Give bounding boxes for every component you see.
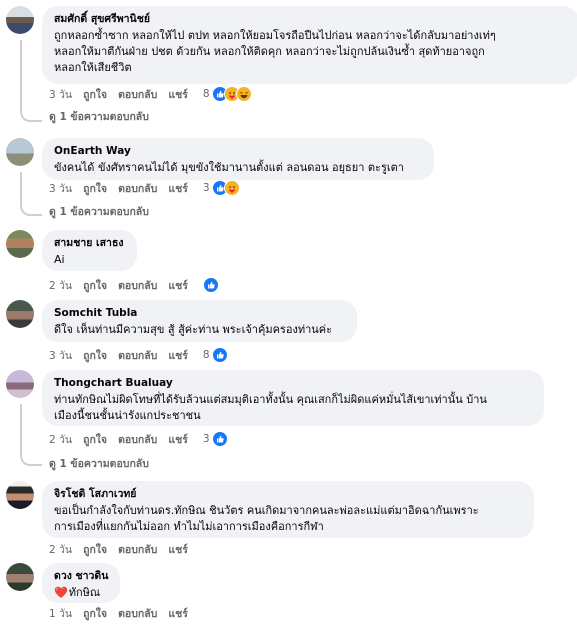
comment-bubble: Thongchart Bualuay ท่านทักษิณไม่ผิดโทษที… bbox=[42, 370, 544, 426]
comment-actions: 2 วัน ถูกใจ ตอบกลับ แชร์ bbox=[49, 277, 219, 293]
like-icon bbox=[202, 277, 219, 293]
like-button[interactable]: ถูกใจ bbox=[83, 541, 107, 558]
like-button[interactable]: ถูกใจ bbox=[83, 180, 107, 197]
reply-button[interactable]: ตอบกลับ bbox=[118, 431, 157, 448]
reaction-count: 8 bbox=[202, 88, 210, 100]
reply-button[interactable]: ตอบกลับ bbox=[118, 277, 157, 294]
view-replies-link[interactable]: ดู 1 ข้อความตอบกลับ bbox=[49, 455, 149, 471]
comment-text: ถูกหลอกซ้ำซาก หลอกให้ไป ตปท หลอกให้ยอมโจ… bbox=[54, 29, 496, 74]
avatar[interactable] bbox=[6, 138, 34, 166]
haha-icon bbox=[235, 86, 252, 102]
comment-actions: 3 วัน ถูกใจ ตอบกลับ แชร์ 8 bbox=[49, 347, 228, 363]
reaction-summary[interactable] bbox=[202, 277, 219, 293]
reply-connector bbox=[20, 106, 42, 122]
view-replies-link[interactable]: ดู 1 ข้อความตอบกลับ bbox=[49, 203, 149, 219]
comment-bubble: OnEarth Way ขังคนได้ ขังศัทราคนไม่ได้ มุ… bbox=[42, 138, 434, 180]
comment-text: ❤️ทักษิณ bbox=[54, 585, 108, 601]
share-button[interactable]: แชร์ bbox=[168, 86, 188, 103]
comment-bubble: ดวง ชาวดิน ❤️ทักษิณ bbox=[42, 563, 120, 603]
comment-bubble: สามชาย เสาธง Ai bbox=[42, 230, 137, 271]
comment-text: ดีใจ เห็นท่านมีความสุข สู้ สู้ค่ะท่าน พร… bbox=[54, 323, 333, 336]
reply-button[interactable]: ตอบกลับ bbox=[118, 605, 157, 622]
avatar[interactable] bbox=[6, 370, 34, 398]
share-button[interactable]: แชร์ bbox=[168, 605, 188, 622]
comment-time[interactable]: 3 วัน bbox=[49, 347, 72, 364]
comment-time[interactable]: 1 วัน bbox=[49, 605, 72, 622]
reply-button[interactable]: ตอบกลับ bbox=[118, 541, 157, 558]
share-button[interactable]: แชร์ bbox=[168, 347, 188, 364]
comment-time[interactable]: 3 วัน bbox=[49, 86, 72, 103]
comment-actions: 3 วัน ถูกใจ ตอบกลับ แชร์ 3 bbox=[49, 180, 240, 196]
comment-author[interactable]: Thongchart Bualuay bbox=[54, 376, 532, 390]
comment-author[interactable]: สามชาย เสาธง bbox=[54, 236, 125, 250]
reply-button[interactable]: ตอบกลับ bbox=[118, 180, 157, 197]
reaction-summary[interactable]: 3 bbox=[203, 431, 228, 447]
share-button[interactable]: แชร์ bbox=[168, 541, 188, 558]
reaction-count: 8 bbox=[202, 349, 210, 361]
comment-actions: 2 วัน ถูกใจ ตอบกลับ แชร์ bbox=[49, 541, 199, 557]
share-button[interactable]: แชร์ bbox=[168, 277, 188, 294]
comment-text: ท่านทักษิณไม่ผิดโทษที่ได้รับล้วนแต่สมมุต… bbox=[54, 393, 487, 422]
comment-text: ขอเป็นกำลังใจกับท่านดร.ทักษิณ ชินวัตร คน… bbox=[54, 504, 479, 533]
comment-actions: 1 วัน ถูกใจ ตอบกลับ แชร์ bbox=[49, 605, 199, 621]
reply-button[interactable]: ตอบกลับ bbox=[118, 347, 157, 364]
thread-line bbox=[20, 404, 22, 456]
avatar[interactable] bbox=[6, 230, 34, 258]
comment-time[interactable]: 2 วัน bbox=[49, 431, 72, 448]
comment-bubble: Somchit Tubla ดีใจ เห็นท่านมีความสุข สู้… bbox=[42, 300, 357, 342]
reaction-summary[interactable]: 3 bbox=[203, 180, 240, 196]
comment-time[interactable]: 2 วัน bbox=[49, 541, 72, 558]
comment-author[interactable]: Somchit Tubla bbox=[54, 306, 345, 320]
like-button[interactable]: ถูกใจ bbox=[83, 347, 107, 364]
view-replies-link[interactable]: ดู 1 ข้อความตอบกลับ bbox=[49, 108, 149, 124]
comment-actions: 3 วัน ถูกใจ ตอบกลับ แชร์ 8 bbox=[49, 86, 252, 102]
heart-emoji: ❤️ bbox=[54, 586, 68, 599]
like-icon bbox=[211, 431, 228, 447]
like-button[interactable]: ถูกใจ bbox=[83, 86, 107, 103]
reaction-count: 3 bbox=[202, 182, 210, 194]
comment-time[interactable]: 2 วัน bbox=[49, 277, 72, 294]
comment-bubble: สมศักดิ์ สุขศรีพานิชย์ ถูกหลอกซ้ำซาก หลอ… bbox=[42, 6, 577, 84]
reply-connector bbox=[20, 200, 42, 216]
avatar[interactable] bbox=[6, 6, 34, 34]
avatar[interactable] bbox=[6, 481, 34, 509]
like-icon bbox=[211, 347, 228, 363]
comment-author[interactable]: จิรโชติ โสภาเวทย์ bbox=[54, 487, 522, 501]
comment-time[interactable]: 3 วัน bbox=[49, 180, 72, 197]
like-button[interactable]: ถูกใจ bbox=[83, 605, 107, 622]
reaction-summary[interactable]: 8 bbox=[203, 347, 228, 363]
comment-author[interactable]: OnEarth Way bbox=[54, 144, 422, 158]
reply-connector bbox=[20, 450, 42, 466]
share-button[interactable]: แชร์ bbox=[168, 180, 188, 197]
share-button[interactable]: แชร์ bbox=[168, 431, 188, 448]
comment-actions: 2 วัน ถูกใจ ตอบกลับ แชร์ 3 bbox=[49, 431, 228, 447]
like-button[interactable]: ถูกใจ bbox=[83, 431, 107, 448]
comment-author[interactable]: สมศักดิ์ สุขศรีพานิชย์ bbox=[54, 12, 567, 26]
comment-author[interactable]: ดวง ชาวดิน bbox=[54, 569, 108, 583]
comment-text: Ai bbox=[54, 253, 65, 266]
reply-button[interactable]: ตอบกลับ bbox=[118, 86, 157, 103]
comment-text: ขังคนได้ ขังศัทราคนไม่ได้ มุขขังใช้มานาน… bbox=[54, 161, 404, 174]
care-icon bbox=[223, 180, 240, 196]
thread-line bbox=[20, 40, 22, 110]
like-button[interactable]: ถูกใจ bbox=[83, 277, 107, 294]
reaction-count: 3 bbox=[202, 433, 210, 445]
avatar[interactable] bbox=[6, 563, 34, 591]
comment-bubble: จิรโชติ โสภาเวทย์ ขอเป็นกำลังใจกับท่านดร… bbox=[42, 481, 534, 538]
reaction-summary[interactable]: 8 bbox=[203, 86, 252, 102]
avatar[interactable] bbox=[6, 300, 34, 328]
comment-text-body: ทักษิณ bbox=[68, 586, 101, 599]
